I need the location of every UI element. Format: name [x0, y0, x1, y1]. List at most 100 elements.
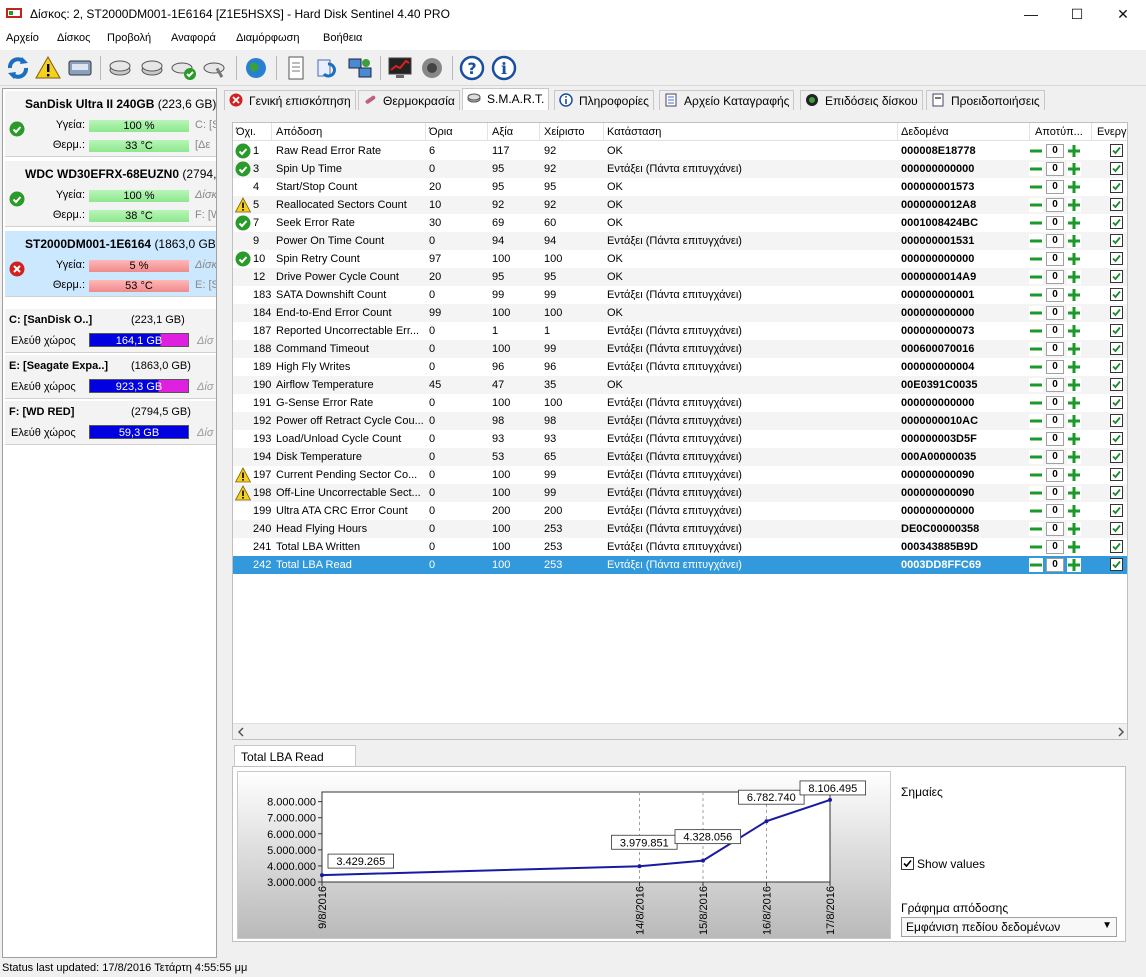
plus-icon[interactable]	[1067, 198, 1081, 212]
offset-value[interactable]: 0	[1046, 198, 1064, 212]
minus-icon[interactable]	[1029, 252, 1043, 266]
table-row[interactable]: 7 Seek Error Rate 30 69 60 OK 0001008424BC 0	[233, 214, 1127, 232]
menu-help[interactable]: Βοήθεια	[323, 32, 362, 44]
plus-icon[interactable]	[1067, 432, 1081, 446]
minus-icon[interactable]	[1029, 288, 1043, 302]
minus-icon[interactable]	[1029, 396, 1043, 410]
offset-value[interactable]: 0	[1046, 360, 1064, 374]
enabled-checkbox[interactable]	[1110, 468, 1123, 481]
disk-card[interactable]: SanDisk Ultra II 240GB (223,6 GB) Υγεία:…	[5, 91, 216, 157]
enabled-checkbox[interactable]	[1110, 162, 1123, 175]
offset-value[interactable]: 0	[1046, 288, 1064, 302]
plus-icon[interactable]	[1067, 162, 1081, 176]
help-icon[interactable]: ?	[458, 54, 486, 82]
table-row[interactable]: 192 Power off Retract Cycle Cou... 0 98 98 Εν…	[233, 412, 1127, 430]
minus-icon[interactable]	[1029, 234, 1043, 248]
plus-icon[interactable]	[1067, 378, 1081, 392]
plus-icon[interactable]	[1067, 342, 1081, 356]
offset-value[interactable]: 0	[1046, 162, 1064, 176]
scroll-right-icon[interactable]	[1116, 727, 1126, 737]
plus-icon[interactable]	[1067, 486, 1081, 500]
offset-value[interactable]: 0	[1046, 342, 1064, 356]
enabled-checkbox[interactable]	[1110, 198, 1123, 211]
minus-icon[interactable]	[1029, 378, 1043, 392]
plus-icon[interactable]	[1067, 270, 1081, 284]
table-row[interactable]: 241 Total LBA Written 0 100 253 Εντάξει (Πάντ…	[233, 538, 1127, 556]
minus-icon[interactable]	[1029, 540, 1043, 554]
enabled-checkbox[interactable]	[1110, 234, 1123, 247]
minus-icon[interactable]	[1029, 270, 1043, 284]
close-button[interactable]: ✕	[1100, 0, 1146, 28]
table-row[interactable]: 4 Start/Stop Count 20 95 95 OK 000000001573 0	[233, 178, 1127, 196]
offset-value[interactable]: 0	[1046, 378, 1064, 392]
enabled-checkbox[interactable]	[1110, 288, 1123, 301]
plus-icon[interactable]	[1067, 180, 1081, 194]
offset-value[interactable]: 0	[1046, 540, 1064, 554]
horizontal-scrollbar[interactable]	[233, 723, 1127, 739]
col-worst[interactable]: Χείριστο	[544, 126, 584, 138]
table-row[interactable]: 191 G-Sense Error Rate 0 100 100 Εντάξει (Πάν…	[233, 394, 1127, 412]
offset-value[interactable]: 0	[1046, 558, 1064, 572]
enabled-checkbox[interactable]	[1110, 306, 1123, 319]
enabled-checkbox[interactable]	[1110, 504, 1123, 517]
table-row[interactable]: 5 Reallocated Sectors Count 10 92 92 OK 000000…	[233, 196, 1127, 214]
plus-icon[interactable]	[1067, 396, 1081, 410]
offset-value[interactable]: 0	[1046, 468, 1064, 482]
offset-value[interactable]: 0	[1046, 396, 1064, 410]
col-id[interactable]: Όχι.	[236, 126, 256, 138]
disk-tools-icon[interactable]	[202, 54, 230, 82]
about-icon[interactable]: i	[490, 54, 518, 82]
col-data[interactable]: Δεδομένα	[901, 126, 949, 138]
disk-card-selected[interactable]: ST2000DM001-1E6164 (1863,0 GB) Υγεία: 5 …	[5, 231, 216, 297]
minus-icon[interactable]	[1029, 504, 1043, 518]
enabled-checkbox[interactable]	[1110, 522, 1123, 535]
plus-icon[interactable]	[1067, 306, 1081, 320]
disk-drive-icon[interactable]	[66, 54, 94, 82]
tab-temperature[interactable]: Θερμοκρασία	[358, 90, 460, 110]
plus-icon[interactable]	[1067, 504, 1081, 518]
plus-icon[interactable]	[1067, 252, 1081, 266]
col-enabled[interactable]: Ενεργ	[1097, 126, 1127, 138]
enabled-checkbox[interactable]	[1110, 144, 1123, 157]
table-row[interactable]: 184 End-to-End Error Count 99 100 100 OK 00000…	[233, 304, 1127, 322]
minus-icon[interactable]	[1029, 324, 1043, 338]
refresh-icon[interactable]	[4, 54, 32, 82]
col-status[interactable]: Κατάσταση	[607, 126, 661, 138]
col-attribute[interactable]: Απόδοση	[276, 126, 322, 138]
offset-value[interactable]: 0	[1046, 324, 1064, 338]
menu-file[interactable]: Αρχείο	[6, 32, 39, 44]
enabled-checkbox[interactable]	[1110, 342, 1123, 355]
tab-overview[interactable]: Γενική επισκόπηση	[224, 90, 356, 110]
table-row[interactable]: 1 Raw Read Error Rate 6 117 92 OK 000008E18778…	[233, 142, 1127, 160]
graph-type-select[interactable]: Εμφάνιση πεδίου δεδομένων ▼	[901, 917, 1117, 937]
tab-smart[interactable]: S.M.A.R.T.	[462, 88, 550, 110]
table-row[interactable]: 10 Spin Retry Count 97 100 100 OK 000000000000…	[233, 250, 1127, 268]
tab-performance[interactable]: Επιδόσεις δίσκου	[800, 90, 923, 110]
offset-value[interactable]: 0	[1046, 144, 1064, 158]
show-values-checkbox[interactable]: Show values	[901, 857, 985, 871]
enabled-checkbox[interactable]	[1110, 450, 1123, 463]
offset-value[interactable]: 0	[1046, 504, 1064, 518]
plus-icon[interactable]	[1067, 468, 1081, 482]
minus-icon[interactable]	[1029, 522, 1043, 536]
minus-icon[interactable]	[1029, 162, 1043, 176]
minus-icon[interactable]	[1029, 486, 1043, 500]
table-row[interactable]: 194 Disk Temperature 0 53 65 Εντάξει (Πάντα ε…	[233, 448, 1127, 466]
menu-configuration[interactable]: Διαμόρφωση	[236, 32, 300, 44]
menu-disk[interactable]: Δίσκος	[57, 32, 90, 44]
table-row[interactable]: 193 Load/Unload Cycle Count 0 93 93 Εντάξει (…	[233, 430, 1127, 448]
table-row[interactable]: 190 Airflow Temperature 45 47 35 OK 00E0391C00…	[233, 376, 1127, 394]
minus-icon[interactable]	[1029, 198, 1043, 212]
enabled-checkbox[interactable]	[1110, 378, 1123, 391]
offset-value[interactable]: 0	[1046, 180, 1064, 194]
disk-ok-icon[interactable]	[170, 54, 198, 82]
enabled-checkbox[interactable]	[1110, 558, 1123, 571]
enabled-checkbox[interactable]	[1110, 360, 1123, 373]
enabled-checkbox[interactable]	[1110, 396, 1123, 409]
table-row[interactable]: 198 Off-Line Uncorrectable Sect... 0 100 99 Ε…	[233, 484, 1127, 502]
enabled-checkbox[interactable]	[1110, 432, 1123, 445]
col-threshold[interactable]: Όρια	[429, 126, 453, 138]
plus-icon[interactable]	[1067, 450, 1081, 464]
col-value[interactable]: Αξία	[492, 126, 513, 138]
disk-card[interactable]: WDC WD30EFRX-68EUZN0 (2794,5 Υγεία: 100 …	[5, 161, 216, 227]
